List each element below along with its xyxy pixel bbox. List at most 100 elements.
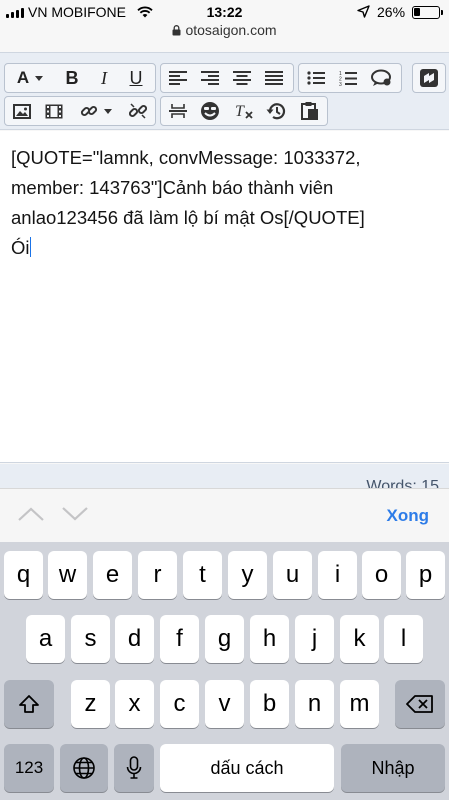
link-button[interactable] [73,97,119,125]
svg-text:T: T [235,103,245,120]
battery-percent: 26% [377,4,406,20]
backspace-icon [406,695,433,713]
insert-media-icon [45,104,63,118]
key-t[interactable]: t [183,551,222,599]
unlink-icon [129,103,147,119]
globe-icon [73,757,95,779]
align-left-button[interactable] [163,64,193,92]
shift-key[interactable] [4,680,54,728]
microphone-icon [126,756,142,779]
key-a[interactable]: a [26,615,65,663]
chevron-up-icon [18,507,44,521]
undo-history-icon [266,103,286,120]
paste-icon [301,102,318,120]
done-button[interactable]: Xong [387,506,430,526]
insert-quote-button[interactable] [367,64,397,92]
bullet-list-icon [307,71,325,85]
key-f[interactable]: f [160,615,199,663]
key-x[interactable]: x [115,680,154,728]
key-b[interactable]: b [250,680,289,728]
text-color-letter: A [16,68,30,87]
align-left-icon [169,71,187,85]
key-h[interactable]: h [250,615,289,663]
align-center-button[interactable] [227,64,257,92]
underline-button[interactable]: U [121,64,151,92]
key-s[interactable]: s [71,615,110,663]
toggle-bbcode-icon [420,69,438,87]
key-d[interactable]: d [115,615,154,663]
misc-group: T [160,96,328,126]
text-caret [29,237,31,257]
key-j[interactable]: j [295,615,334,663]
backspace-key[interactable] [395,680,445,728]
alignment-group [160,63,294,93]
horizontal-rule-button[interactable] [163,97,193,125]
numbered-list-icon: 123 [339,71,357,86]
key-w[interactable]: w [48,551,87,599]
key-n[interactable]: n [295,680,334,728]
smilie-button[interactable] [195,97,225,125]
editor-line: Ói [11,237,30,258]
justify-button[interactable] [259,64,289,92]
insert-media-button[interactable] [39,97,69,125]
key-l[interactable]: l [384,615,423,663]
url-text: otosaigon.com [185,22,277,38]
bullet-list-button[interactable] [301,64,331,92]
insert-image-icon [13,103,31,119]
numbered-list-button[interactable]: 123 [333,64,363,92]
key-c[interactable]: c [160,680,199,728]
undo-history-button[interactable] [261,97,291,125]
align-center-icon [233,71,251,85]
key-m[interactable]: m [340,680,379,728]
remove-format-button[interactable]: T [229,97,259,125]
format-group: A B I U [4,63,156,93]
link-icon [80,102,112,120]
previous-field-button[interactable] [18,507,44,526]
editor-line: [QUOTE="lamnk, convMessage: 1033372, [11,147,361,168]
bold-icon: B [65,67,79,88]
align-right-button[interactable] [195,64,225,92]
editor-line: anlao123456 đã làm lộ bí mật Os[/QUOTE] [11,207,365,228]
address-bar[interactable]: otosaigon.com [0,22,449,44]
battery-icon [412,6,443,19]
justify-icon [265,71,283,85]
key-q[interactable]: q [4,551,43,599]
key-g[interactable]: g [205,615,244,663]
paste-button[interactable] [295,97,325,125]
next-field-button[interactable] [62,507,88,526]
speech-bubble-icon [371,69,391,86]
return-key[interactable]: Nhập [341,744,445,792]
chevron-down-icon [62,507,88,521]
dictation-key[interactable] [114,744,154,792]
key-u[interactable]: u [273,551,312,599]
text-color-button[interactable]: A [7,64,53,92]
unlink-button[interactable] [123,97,153,125]
key-o[interactable]: o [362,551,401,599]
bbcode-group [412,63,446,93]
key-r[interactable]: r [138,551,177,599]
editor-status-bar: Words: 15 [0,464,449,488]
toggle-bbcode-button[interactable] [414,64,444,92]
italic-button[interactable]: I [89,64,119,92]
numbers-key[interactable]: 123 [4,744,54,792]
key-p[interactable]: p [406,551,445,599]
key-z[interactable]: z [71,680,110,728]
underline-icon: U [129,67,143,88]
key-i[interactable]: i [318,551,357,599]
bold-button[interactable]: B [57,64,87,92]
space-key[interactable]: dấu cách [160,744,334,792]
smilie-icon [201,102,219,120]
editor-line: member: 143763"]Cảnh báo thành viên [11,177,334,198]
shift-icon [19,695,39,713]
key-y[interactable]: y [228,551,267,599]
key-v[interactable]: v [205,680,244,728]
message-editor[interactable]: [QUOTE="lamnk, convMessage: 1033372, mem… [0,131,449,463]
svg-text:3: 3 [339,82,342,86]
location-arrow-icon [357,5,370,21]
key-k[interactable]: k [340,615,379,663]
keyboard-accessory-bar: Xong [0,488,449,542]
globe-key[interactable] [60,744,108,792]
insert-image-button[interactable] [7,97,37,125]
key-e[interactable]: e [93,551,132,599]
editor-toolbar: A B I U 123 T [0,52,449,130]
